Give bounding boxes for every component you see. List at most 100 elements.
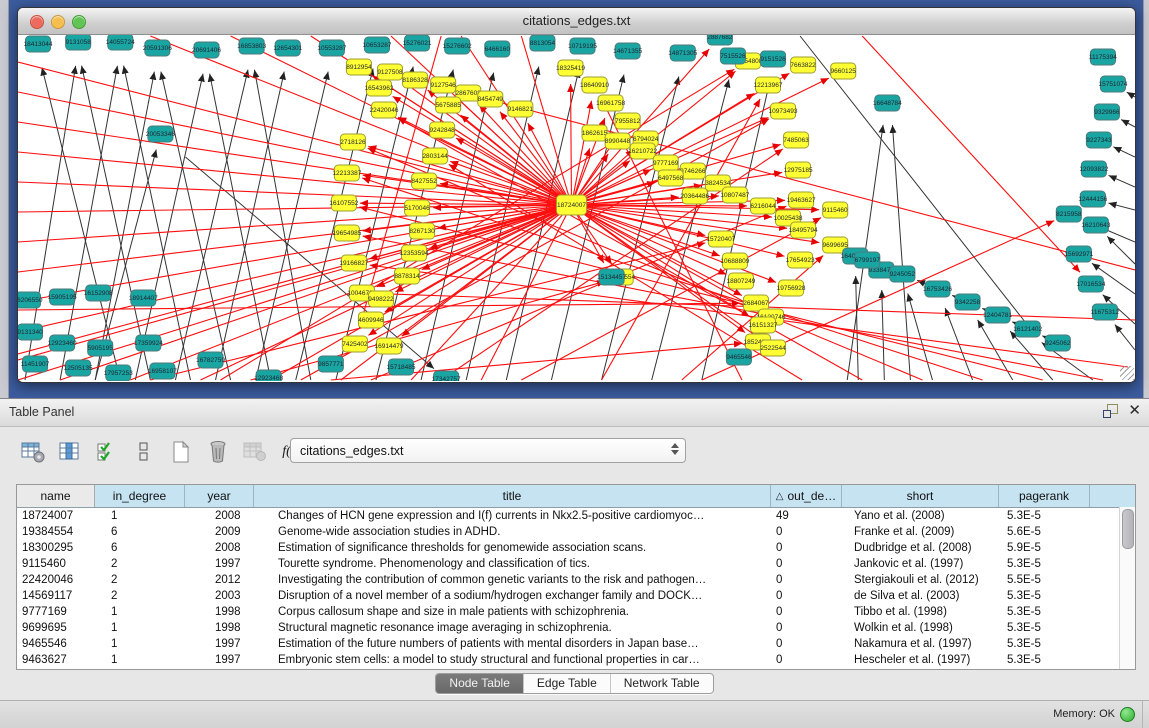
- table-cell[interactable]: 0: [771, 620, 842, 636]
- table-cell[interactable]: Nakamura et al. (1997): [842, 636, 999, 652]
- table-cell[interactable]: 1: [95, 620, 185, 636]
- table-cell[interactable]: 1997: [185, 636, 254, 652]
- network-window-titlebar[interactable]: citations_edges.txt: [18, 8, 1135, 35]
- table-cell[interactable]: 1998: [185, 620, 254, 636]
- table-scrollbar[interactable]: [1119, 507, 1135, 669]
- table-cell[interactable]: Tourette syndrome. Phenomenology and cla…: [254, 556, 771, 572]
- table-cell[interactable]: 5.3E-5: [999, 588, 1090, 604]
- network-view-window[interactable]: citations_edges.txt 18724007891295491275…: [17, 7, 1136, 383]
- table-row[interactable]: 977716911998Corpus callosum shape and si…: [17, 604, 1135, 620]
- network-canvas[interactable]: 1872400789129549127508165439628186328912…: [18, 35, 1135, 381]
- table-cell[interactable]: 18300295: [17, 540, 95, 556]
- scrollbar-thumb[interactable]: [1122, 509, 1134, 549]
- column-header-out_de[interactable]: △out_de…: [771, 485, 842, 507]
- table-cell[interactable]: 2: [95, 556, 185, 572]
- memory-status-icon[interactable]: [1120, 707, 1135, 722]
- table-cell[interactable]: 5.9E-5: [999, 540, 1090, 556]
- column-header-pagerank[interactable]: pagerank: [999, 485, 1090, 507]
- column-header-in_degree[interactable]: in_degree: [95, 485, 185, 507]
- table-cell[interactable]: 5.6E-5: [999, 524, 1090, 540]
- table-row[interactable]: 1456911722003Disruption of a novel membe…: [17, 588, 1135, 604]
- table-cell[interactable]: 0: [771, 588, 842, 604]
- table-row[interactable]: 946554611997Estimation of the future num…: [17, 636, 1135, 652]
- table-cell[interactable]: de Silva et al. (2003): [842, 588, 999, 604]
- table-cell[interactable]: Yano et al. (2008): [842, 508, 999, 524]
- table-cell[interactable]: 19384554: [17, 524, 95, 540]
- table-cell[interactable]: Disruption of a novel member of a sodium…: [254, 588, 771, 604]
- table-cell[interactable]: 18724007: [17, 508, 95, 524]
- table-cell[interactable]: Tibbo et al. (1998): [842, 604, 999, 620]
- create-column-icon[interactable]: [168, 439, 194, 465]
- table-panel-header[interactable]: Table Panel ✕: [0, 399, 1149, 427]
- table-cell[interactable]: Dudbridge et al. (2008): [842, 540, 999, 556]
- table-cell[interactable]: 5.3E-5: [999, 604, 1090, 620]
- table-row[interactable]: 1938455462009Genome-wide association stu…: [17, 524, 1135, 540]
- column-header-name[interactable]: name: [17, 485, 95, 507]
- table-cell[interactable]: 0: [771, 636, 842, 652]
- table-cell[interactable]: 22420046: [17, 572, 95, 588]
- table-cell[interactable]: 1: [95, 604, 185, 620]
- table-cell[interactable]: 1998: [185, 604, 254, 620]
- column-header-year[interactable]: year: [185, 485, 254, 507]
- table-cell[interactable]: Estimation of significance thresholds fo…: [254, 540, 771, 556]
- table-cell[interactable]: 0: [771, 572, 842, 588]
- tab-network-table[interactable]: Network Table: [611, 674, 713, 693]
- table-cell[interactable]: 5.3E-5: [999, 636, 1090, 652]
- table-selector-dropdown[interactable]: citations_edges.txt: [290, 438, 686, 463]
- table-cell[interactable]: 2012: [185, 572, 254, 588]
- table-cell[interactable]: Investigating the contribution of common…: [254, 572, 771, 588]
- table-cell[interactable]: 5.3E-5: [999, 620, 1090, 636]
- table-cell[interactable]: 9463627: [17, 652, 95, 668]
- table-cell[interactable]: 2008: [185, 508, 254, 524]
- table-cell[interactable]: 1: [95, 508, 185, 524]
- table-cell[interactable]: 2003: [185, 588, 254, 604]
- table-cell[interactable]: 1997: [185, 652, 254, 668]
- table-cell[interactable]: 2: [95, 572, 185, 588]
- table-mode-icon[interactable]: [20, 439, 46, 465]
- table-cell[interactable]: Structural magnetic resonance image aver…: [254, 620, 771, 636]
- window-resize-grip[interactable]: [1120, 366, 1134, 380]
- tab-edge-table[interactable]: Edge Table: [524, 674, 611, 693]
- table-cell[interactable]: 9115460: [17, 556, 95, 572]
- table-cell[interactable]: 0: [771, 652, 842, 668]
- tab-node-table[interactable]: Node Table: [436, 674, 524, 693]
- table-row[interactable]: 946362711997Embryonic stem cells: a mode…: [17, 652, 1135, 668]
- table-cell[interactable]: 5.5E-5: [999, 572, 1090, 588]
- table-cell[interactable]: 9465546: [17, 636, 95, 652]
- table-row[interactable]: 1830029562008Estimation of significance …: [17, 540, 1135, 556]
- table-cell[interactable]: 2008: [185, 540, 254, 556]
- table-cell[interactable]: 0: [771, 540, 842, 556]
- table-cell[interactable]: 6: [95, 540, 185, 556]
- table-cell[interactable]: Changes of HCN gene expression and I(f) …: [254, 508, 771, 524]
- show-columns-icon[interactable]: [57, 439, 83, 465]
- table-cell[interactable]: 0: [771, 524, 842, 540]
- table-cell[interactable]: Genome-wide association studies in ADHD.: [254, 524, 771, 540]
- table-cell[interactable]: 1: [95, 636, 185, 652]
- table-cell[interactable]: 5.3E-5: [999, 508, 1090, 524]
- close-panel-icon[interactable]: ✕: [1128, 404, 1141, 418]
- table-cell[interactable]: 1997: [185, 556, 254, 572]
- column-header-short[interactable]: short: [842, 485, 999, 507]
- table-cell[interactable]: Wolkin et al. (1998): [842, 620, 999, 636]
- table-cell[interactable]: 2009: [185, 524, 254, 540]
- table-cell[interactable]: Embryonic stem cells: a model to study s…: [254, 652, 771, 668]
- table-cell[interactable]: Stergiakouli et al. (2012): [842, 572, 999, 588]
- table-cell[interactable]: 5.3E-5: [999, 652, 1090, 668]
- table-cell[interactable]: Corpus callosum shape and size in male p…: [254, 604, 771, 620]
- table-cell[interactable]: 49: [771, 508, 842, 524]
- table-cell[interactable]: Franke et al. (2009): [842, 524, 999, 540]
- table-row[interactable]: 911546021997Tourette syndrome. Phenomeno…: [17, 556, 1135, 572]
- table-row[interactable]: 969969511998Structural magnetic resonanc…: [17, 620, 1135, 636]
- delete-column-icon[interactable]: [205, 439, 231, 465]
- table-cell[interactable]: 5.3E-5: [999, 556, 1090, 572]
- table-cell[interactable]: Jankovic et al. (1997): [842, 556, 999, 572]
- float-panel-icon[interactable]: [1103, 404, 1118, 418]
- table-row[interactable]: 1872400712008Changes of HCN gene express…: [17, 508, 1135, 524]
- table-cell[interactable]: 9699695: [17, 620, 95, 636]
- table-cell[interactable]: 0: [771, 604, 842, 620]
- table-cell[interactable]: 14569117: [17, 588, 95, 604]
- table-cell[interactable]: Hescheler et al. (1997): [842, 652, 999, 668]
- table-row[interactable]: 2242004622012Investigating the contribut…: [17, 572, 1135, 588]
- table-cell[interactable]: Estimation of the future numbers of pati…: [254, 636, 771, 652]
- table-cell[interactable]: 6: [95, 524, 185, 540]
